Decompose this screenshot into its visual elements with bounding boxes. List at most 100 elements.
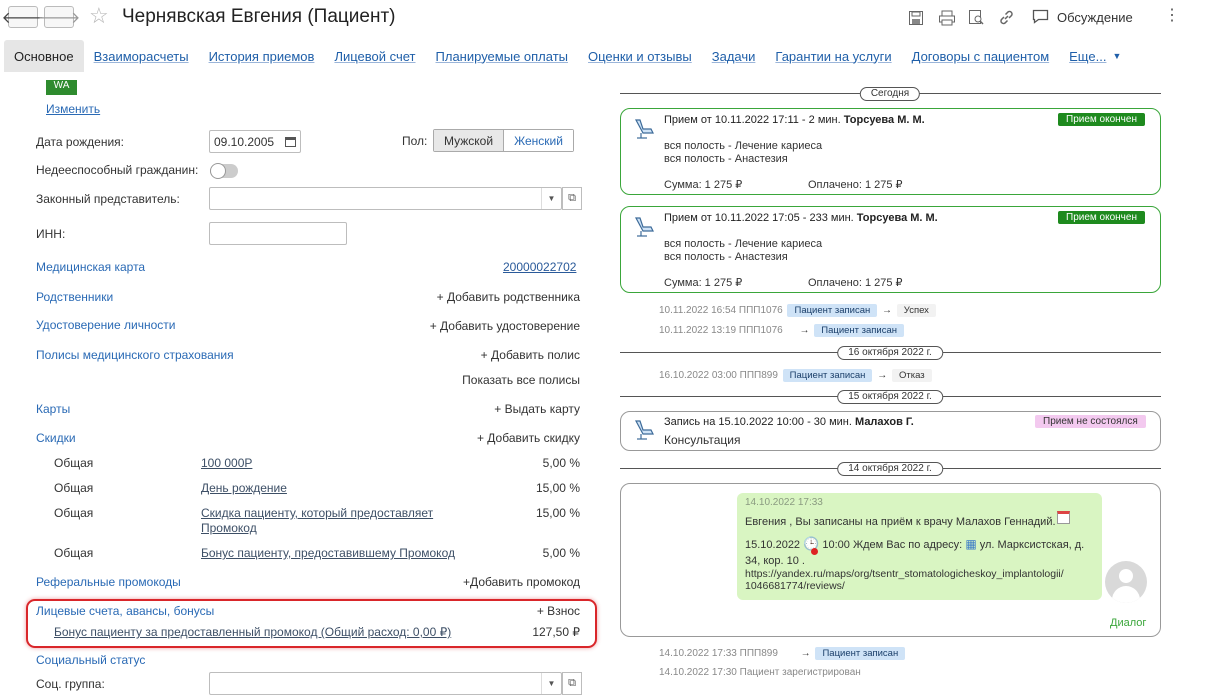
date-pill: 15 октября 2022 г. (837, 390, 943, 404)
add-id-button[interactable]: + Добавить удостоверение (430, 319, 580, 333)
tab-more[interactable]: Еще... ▼ (1059, 40, 1131, 72)
discount-name-link[interactable]: Скидка пациенту, который предоставляет (201, 506, 433, 520)
tab-settlements[interactable]: Взаиморасчеты (84, 40, 199, 72)
cards-label[interactable]: Карты (36, 402, 70, 416)
visit-paid: Оплачено: 1 275 ₽ (808, 179, 903, 191)
print-icon[interactable] (938, 10, 956, 26)
birth-date-label: Дата рождения: (36, 135, 124, 149)
visit-header: Прием от 10.11.2022 17:05 - 233 мин. (664, 212, 854, 224)
message-line: 10:00 Ждем Вас по адресу: (822, 539, 963, 551)
tab-tasks[interactable]: Задачи (702, 40, 766, 72)
medcard-label[interactable]: Медицинская карта (36, 260, 145, 274)
tab-reviews[interactable]: Оценки и отзывы (578, 40, 702, 72)
back-button[interactable]: 🡐 (2, 6, 44, 28)
dialog-link[interactable]: Диалог (1110, 617, 1146, 629)
result-tag: Успех (896, 304, 936, 317)
preview-icon[interactable] (968, 9, 985, 26)
relatives-label[interactable]: Родственники (36, 290, 113, 304)
show-policies-button[interactable]: Показать все полисы (462, 373, 580, 387)
arrow-right-icon: → (799, 325, 810, 336)
visit-service-line: вся полость - Анастезия (664, 251, 788, 263)
gender-female-option[interactable]: Женский (504, 130, 573, 151)
discount-name-link[interactable]: День рождение (201, 481, 287, 495)
dropdown-icon[interactable]: ▼ (541, 673, 561, 694)
bonus-account-link[interactable]: Бонус пациенту за предоставленный промок… (54, 625, 451, 639)
dental-chair-icon (634, 420, 654, 440)
discussion-button[interactable]: Обсуждение (1057, 10, 1133, 25)
favorite-star-icon[interactable]: ☆ (89, 3, 109, 29)
discount-name-link-cont[interactable]: Промокод (201, 521, 257, 535)
link-icon[interactable] (998, 9, 1015, 26)
visit-service-line: вся полость - Анастезия (664, 153, 788, 165)
save-icon[interactable] (908, 10, 924, 26)
message-link-cont[interactable]: 1046681774/reviews/ (745, 580, 845, 592)
bonus-amount: 127,50 ₽ (532, 625, 580, 639)
message-line: ул. Марксистская, д. (979, 539, 1085, 551)
status-tag: Пациент записан (787, 304, 878, 317)
deposit-button[interactable]: + Взнос (537, 604, 580, 618)
history-entry: 10.11.2022 16:54 ППП1076 Пациент записан… (659, 304, 938, 317)
visit-doctor: Торсуева М. М. (856, 212, 938, 224)
photo-thumbnail: WA (46, 80, 77, 95)
discount-type: Общая (54, 546, 94, 560)
status-tag: Пациент записан (815, 647, 906, 660)
avatar (1105, 561, 1147, 603)
calendar-icon[interactable] (285, 136, 296, 147)
discount-name-link[interactable]: 100 000Р (201, 456, 252, 470)
tab-visit-history[interactable]: История приемов (199, 40, 325, 72)
accounts-label[interactable]: Лицевые счета, авансы, бонусы (36, 604, 214, 618)
discount-percent: 15,00 % (535, 506, 580, 520)
status-badge: Прием окончен (1058, 211, 1145, 224)
incapable-toggle[interactable] (210, 163, 238, 179)
discount-type: Общая (54, 481, 94, 495)
change-photo-link[interactable]: Изменить (46, 102, 100, 116)
inn-field[interactable] (209, 222, 347, 245)
discussion-icon[interactable] (1032, 9, 1049, 25)
policies-label[interactable]: Полисы медицинского страхования (36, 348, 234, 362)
visit-sum: Сумма: 1 275 ₽ (664, 179, 743, 191)
window-title: Чернявская Евгения (Пациент) (122, 6, 396, 27)
visit-service-line: вся полость - Лечение кариеса (664, 238, 823, 250)
discount-percent: 5,00 % (542, 546, 580, 560)
forward-button[interactable]: 🡒 (38, 6, 80, 28)
dropdown-icon[interactable]: ▼ (541, 188, 561, 209)
medcard-number-link[interactable]: 20000022702 (503, 260, 576, 274)
more-menu-icon[interactable]: ⋮ (1164, 8, 1180, 24)
tab-personal-account[interactable]: Лицевой счет (324, 40, 425, 72)
referral-label[interactable]: Реферальные промокоды (36, 575, 181, 589)
discounts-label[interactable]: Скидки (36, 431, 76, 445)
gender-selector: Мужской Женский (433, 129, 574, 152)
soc-group-field[interactable]: ▼ (209, 672, 562, 695)
visit-card[interactable]: Запись на 15.10.2022 10:00 - 30 мин. Мал… (620, 411, 1161, 451)
hospital-icon: ▦ (965, 537, 977, 551)
issue-card-button[interactable]: + Выдать карту (494, 402, 580, 416)
message-line: 15.10.2022 (745, 539, 801, 551)
discount-name-link[interactable]: Бонус пациенту, предоставившему Промокод (201, 546, 455, 560)
tab-guarantees[interactable]: Гарантии на услуги (765, 40, 901, 72)
discount-percent: 15,00 % (535, 481, 580, 495)
visit-card[interactable]: Прием от 10.11.2022 17:11 - 2 мин. Торсу… (620, 108, 1161, 195)
add-policy-button[interactable]: + Добавить полис (481, 348, 580, 362)
gender-label: Пол: (402, 134, 428, 148)
tab-planned-payments[interactable]: Планируемые оплаты (426, 40, 579, 72)
visit-card[interactable]: Прием от 10.11.2022 17:05 - 233 мин. Тор… (620, 206, 1161, 293)
message-link[interactable]: https://yandex.ru/maps/org/tsentr_stomat… (745, 568, 1064, 580)
history-entry: 14.10.2022 17:30 Пациент зарегистрирован (659, 667, 861, 678)
id-document-label[interactable]: Удостоверение личности (36, 318, 175, 332)
discount-type: Общая (54, 506, 94, 520)
add-promocode-button[interactable]: +Добавить промокод (463, 575, 580, 589)
add-relative-button[interactable]: + Добавить родственника (437, 290, 580, 304)
tab-main[interactable]: Основное (4, 40, 84, 72)
open-icon[interactable]: ⧉ (562, 187, 582, 210)
gender-male-option[interactable]: Мужской (434, 130, 505, 151)
social-status-label[interactable]: Социальный статус (36, 653, 145, 667)
history-entry: 16.10.2022 03:00 ППП899 Пациент записан … (659, 369, 934, 382)
tab-contracts[interactable]: Договоры с пациентом (902, 40, 1060, 72)
open-icon[interactable]: ⧉ (562, 672, 582, 695)
result-tag: Отказ (891, 369, 932, 382)
message-bubble: 14.10.2022 17:33 Евгения , Вы записаны н… (737, 493, 1102, 600)
add-discount-button[interactable]: + Добавить скидку (477, 431, 580, 445)
birth-date-field[interactable]: 09.10.2005 (209, 130, 301, 153)
legal-rep-field[interactable]: ▼ (209, 187, 562, 210)
arrow-right-icon: → (800, 648, 811, 659)
